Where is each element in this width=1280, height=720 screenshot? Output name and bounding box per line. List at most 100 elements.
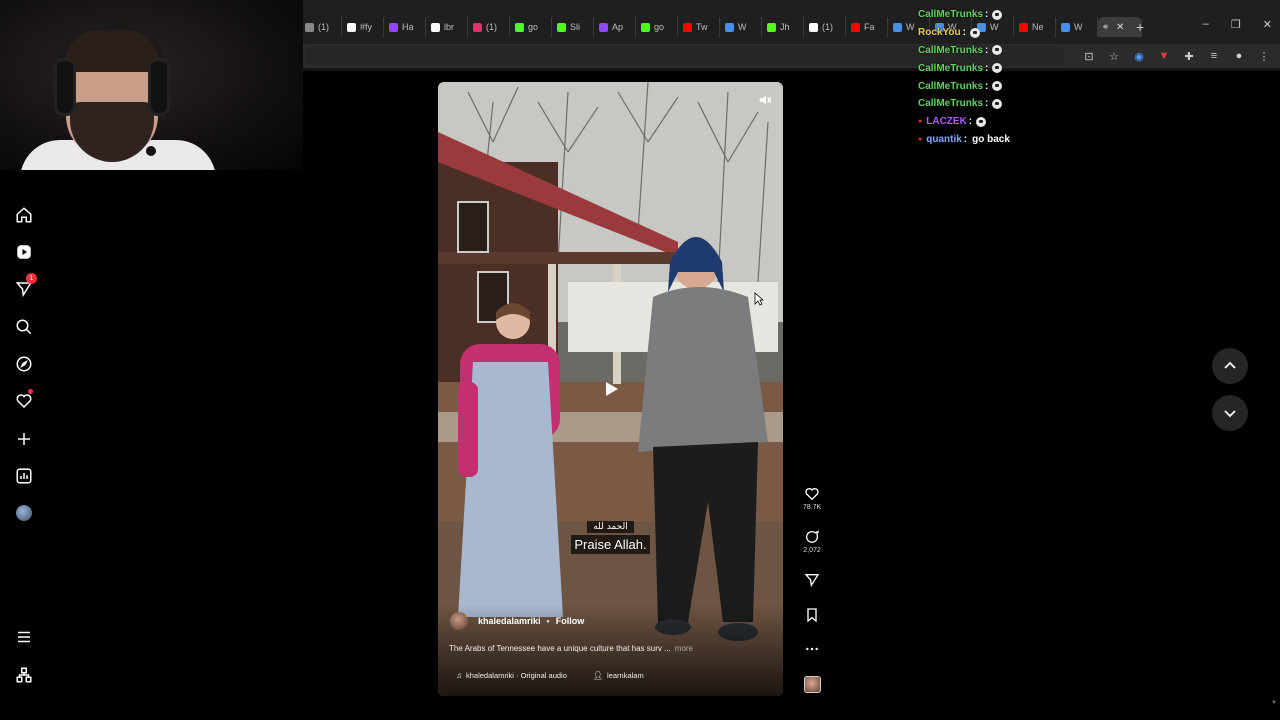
reel-video[interactable]: الحمد لله Praise Allah. khaledalamriki •… — [438, 82, 783, 696]
reels-icon[interactable] — [12, 240, 36, 264]
more-options-icon[interactable] — [796, 641, 828, 657]
next-reel-button[interactable] — [1212, 395, 1248, 431]
media-control-icon[interactable]: ≡ — [1208, 50, 1220, 62]
home-icon[interactable] — [12, 203, 36, 227]
notifications-dot — [28, 389, 33, 394]
search-icon[interactable] — [12, 315, 36, 339]
author-avatar[interactable] — [450, 612, 468, 630]
chat-emote-icon — [992, 81, 1003, 92]
minimize-button[interactable]: – — [1203, 18, 1209, 31]
maximize-button[interactable]: ❐ — [1231, 18, 1241, 31]
tab-label: lbr — [444, 22, 455, 32]
tab-favicon-icon — [473, 22, 482, 32]
chevron-up-icon — [1224, 361, 1236, 369]
browser-tab[interactable]: (1) — [468, 17, 510, 37]
save-bookmark-icon[interactable] — [796, 607, 828, 623]
browser-menu-icon[interactable]: ⋮ — [1258, 50, 1270, 63]
chat-message: ● quantik: go back — [918, 133, 1010, 145]
tagged-person-icon: 👤︎ — [592, 671, 604, 680]
tab-favicon-icon — [305, 22, 314, 32]
tab-favicon-icon — [809, 22, 818, 32]
chat-emote-icon — [992, 63, 1003, 74]
chat-username: LACZEK — [926, 116, 967, 128]
tab-label: (1) — [822, 22, 833, 32]
more-menu-icon[interactable] — [12, 625, 36, 649]
tab-label: W — [738, 22, 747, 32]
tab-label: #fy — [360, 22, 373, 32]
window-controls: – ❐ ✕ — [1203, 18, 1272, 31]
chat-message: CallMeTrunks: — [918, 77, 1138, 95]
audio-link[interactable]: khaledalamriki · Original audio — [466, 671, 567, 680]
messages-icon[interactable]: 1 — [12, 273, 37, 301]
chat-emote-icon — [992, 9, 1003, 20]
tab-label: Ha — [402, 22, 414, 32]
browser-tab[interactable]: lbr — [426, 17, 468, 37]
mute-icon[interactable] — [757, 92, 773, 108]
chat-emote-icon — [992, 98, 1003, 109]
chat-message: ● LACZEK: — [918, 113, 1138, 131]
chat-message: RockYou: — [918, 24, 1138, 42]
play-icon[interactable] — [602, 380, 620, 398]
close-window-button[interactable]: ✕ — [1263, 18, 1272, 31]
video-caption: الحمد لله Praise Allah. — [438, 516, 783, 554]
chat-username: CallMeTrunks — [918, 80, 984, 92]
comment-count: 2,072 — [803, 547, 821, 554]
left-sidebar: 1 — [0, 170, 48, 720]
explore-compass-icon[interactable] — [12, 352, 36, 376]
browser-tab[interactable]: go — [510, 17, 552, 37]
chevron-down-icon — [1224, 410, 1236, 418]
tab-label: Fa — [864, 22, 875, 32]
more-link[interactable]: more — [675, 644, 693, 653]
browser-tab[interactable]: Jh — [762, 17, 804, 37]
webcam-overlay — [0, 0, 303, 170]
audio-row: ♫ khaledalamriki · Original audio 👤︎ lea… — [456, 671, 644, 680]
tab-label: Jh — [780, 22, 790, 32]
chat-username: CallMeTrunks — [918, 44, 984, 56]
chat-text: go back — [972, 133, 1010, 145]
scrollbar-arrow[interactable]: ▼ — [1271, 700, 1277, 706]
share-icon[interactable] — [796, 572, 828, 588]
tab-favicon-icon — [851, 22, 860, 32]
browser-tab[interactable]: go — [636, 17, 678, 37]
also-from-meta-icon[interactable] — [12, 663, 36, 687]
like-count: 78.7K — [802, 504, 822, 511]
author-username[interactable]: khaledalamriki — [478, 616, 541, 626]
tagged-user-link[interactable]: learnkalam — [607, 671, 644, 680]
profile-avatar[interactable] — [12, 501, 36, 525]
music-note-icon: ♫ — [456, 671, 462, 680]
audio-thumbnail[interactable] — [796, 676, 828, 693]
chat-message: CallMeTrunks: — [918, 95, 1138, 113]
author-row: khaledalamriki • Follow — [450, 612, 584, 630]
browser-tab[interactable]: (1) — [300, 17, 342, 37]
chat-platform-icon: ● — [918, 118, 923, 126]
comment-button[interactable]: 2,072 — [796, 529, 828, 554]
extension-shield-icon[interactable]: ▼ — [1158, 50, 1170, 62]
tab-favicon-icon — [515, 22, 524, 32]
browser-tab[interactable]: Ap — [594, 17, 636, 37]
mouse-cursor — [754, 292, 765, 306]
browser-tab[interactable]: Fa — [846, 17, 888, 37]
tab-favicon-icon — [893, 22, 902, 32]
browser-tab[interactable]: W — [720, 17, 762, 37]
profile-avatar-icon[interactable]: ● — [1233, 50, 1245, 62]
browser-tab[interactable]: Tw — [678, 17, 720, 37]
previous-reel-button[interactable] — [1212, 348, 1248, 384]
browser-tab[interactable]: Sli — [552, 17, 594, 37]
like-button[interactable]: 78.7K — [796, 486, 828, 511]
tab-favicon-icon — [683, 22, 692, 32]
browser-tab[interactable]: #fy — [342, 17, 384, 37]
tab-favicon-icon — [599, 22, 608, 32]
dashboard-chart-icon[interactable] — [12, 464, 36, 488]
notifications-heart-icon[interactable] — [12, 389, 36, 413]
messages-badge: 1 — [26, 273, 37, 284]
browser-tab[interactable]: Ha — [384, 17, 426, 37]
tab-label: go — [528, 22, 539, 32]
create-plus-icon[interactable] — [12, 427, 36, 451]
tab-label: go — [654, 22, 665, 32]
follow-button[interactable]: Follow — [556, 616, 585, 626]
browser-tab[interactable]: (1) — [804, 17, 846, 37]
chat-username: CallMeTrunks — [918, 9, 984, 21]
stream-chat-overlay: CallMeTrunks: RockYou: CallMeTrunks: CallMe… — [918, 6, 1138, 148]
chat-emote-icon — [976, 116, 987, 127]
extensions-puzzle-icon[interactable]: ✚ — [1183, 50, 1195, 63]
